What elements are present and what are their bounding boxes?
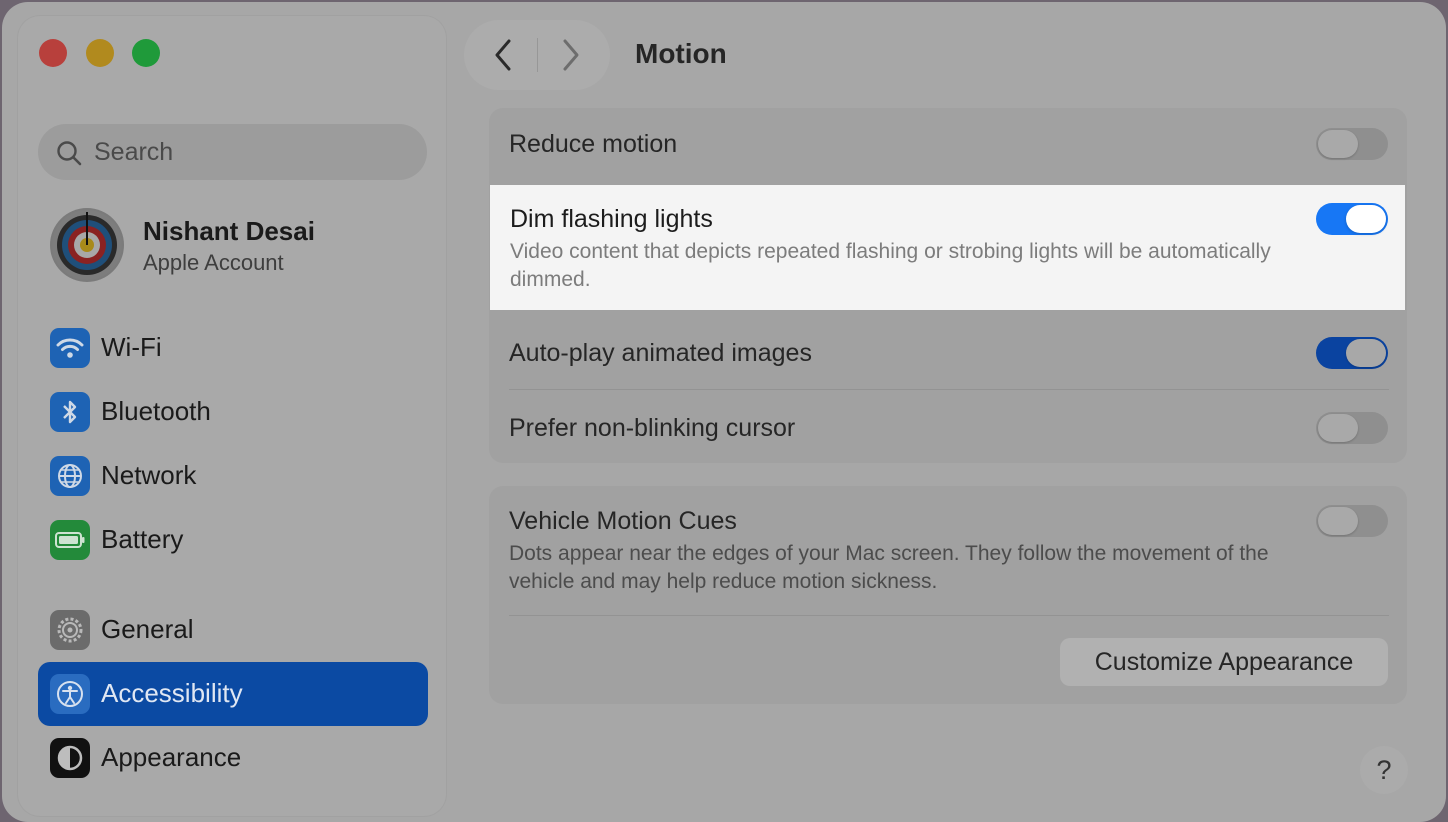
sidebar-item-label: Accessibility: [101, 678, 243, 708]
autoplay-toggle[interactable]: [1316, 337, 1388, 369]
back-button[interactable]: [492, 38, 514, 77]
non-blinking-cursor-toggle[interactable]: [1316, 412, 1388, 444]
row-divider: [509, 615, 1389, 616]
account-subtitle: Apple Account: [143, 250, 284, 275]
search-icon: [56, 140, 82, 171]
sidebar-item-label: General: [101, 614, 194, 644]
sidebar-item-accessibility[interactable]: Accessibility: [38, 662, 428, 726]
battery-icon: [50, 520, 90, 560]
account-name: Nishant Desai: [143, 216, 315, 246]
sidebar-item-network[interactable]: Network: [38, 444, 428, 508]
sidebar-item-label: Wi-Fi: [101, 332, 162, 362]
sidebar-item-label: Bluetooth: [101, 396, 211, 426]
sidebar-item-wifi[interactable]: Wi-Fi: [38, 316, 428, 380]
dim-flashing-lights-label: Dim flashing lights: [510, 205, 713, 233]
customize-appearance-button[interactable]: Customize Appearance: [1060, 638, 1388, 686]
nav-divider: [537, 38, 538, 72]
accessibility-icon: [50, 674, 90, 714]
dim-flashing-lights-toggle[interactable]: [1316, 203, 1388, 235]
vehicle-motion-description: Dots appear near the edges of your Mac s…: [509, 542, 1269, 593]
help-button[interactable]: ?: [1360, 746, 1408, 794]
dim-flashing-lights-row: Dim flashing lights Video content that d…: [490, 185, 1405, 310]
vehicle-motion-group: Vehicle Motion Cues Dots appear near the…: [489, 486, 1407, 704]
avatar: [50, 208, 124, 282]
sidebar-item-bluetooth[interactable]: Bluetooth: [38, 380, 428, 444]
sidebar-item-label: Appearance: [101, 742, 242, 772]
sidebar-item-general[interactable]: General: [38, 598, 428, 662]
globe-icon: [50, 456, 90, 496]
navigation-buttons: [464, 20, 610, 90]
search-input[interactable]: Search: [38, 124, 427, 180]
settings-window: Search Nishant Desai Apple Account Wi-Fi: [2, 2, 1446, 822]
zoom-window-button[interactable]: [132, 39, 160, 67]
sidebar-item-label: Network: [101, 460, 197, 490]
autoplay-label: Auto-play animated images: [509, 339, 812, 367]
appearance-icon: [50, 738, 90, 778]
bluetooth-icon: [50, 392, 90, 432]
minimize-window-button[interactable]: [86, 39, 114, 67]
search-placeholder: Search: [94, 138, 174, 166]
close-window-button[interactable]: [39, 39, 67, 67]
sidebar-item-battery[interactable]: Battery: [38, 508, 428, 572]
page-title: Motion: [635, 38, 727, 69]
reduce-motion-toggle[interactable]: [1316, 128, 1388, 160]
vehicle-motion-toggle[interactable]: [1316, 505, 1388, 537]
sidebar-item-appearance[interactable]: Appearance: [38, 726, 428, 790]
vehicle-motion-label: Vehicle Motion Cues: [509, 507, 737, 535]
reduce-motion-label: Reduce motion: [509, 130, 678, 158]
forward-button[interactable]: [560, 38, 582, 77]
wifi-icon: [50, 328, 90, 368]
apple-account[interactable]: Nishant Desai Apple Account: [50, 208, 430, 284]
sidebar-item-label: Battery: [101, 524, 184, 554]
non-blinking-cursor-label: Prefer non-blinking cursor: [509, 414, 796, 442]
dim-flashing-lights-description: Video content that depicts repeated flas…: [510, 240, 1271, 291]
gear-icon: [50, 610, 90, 650]
row-divider: [509, 389, 1389, 390]
